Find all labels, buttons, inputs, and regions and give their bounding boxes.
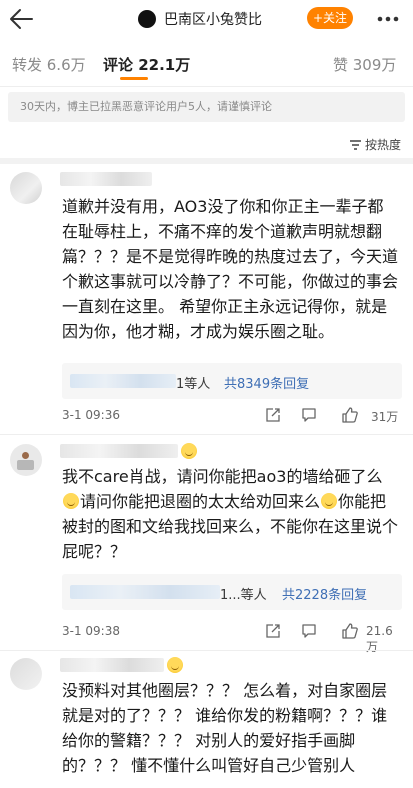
avatar[interactable]	[138, 10, 156, 28]
reply-count-link[interactable]: 共8349条回复	[224, 373, 309, 392]
comment-meta: 3-1 09:38 21.6万	[62, 622, 402, 654]
badge-icon	[167, 657, 183, 673]
tab-comments[interactable]: 评论 22.1万	[103, 54, 190, 75]
back-arrow-icon[interactable]	[8, 7, 34, 31]
username-blurred[interactable]	[60, 444, 178, 458]
tab-reposts[interactable]: 转发 6.6万	[12, 54, 86, 75]
follow-button[interactable]: +关注	[307, 7, 353, 29]
divider	[0, 86, 413, 87]
avatar[interactable]	[10, 172, 42, 204]
page-title: 巴南区小兔赞比	[164, 12, 262, 28]
avatar[interactable]	[10, 444, 42, 476]
sort-icon	[349, 139, 361, 150]
tab-bar: 转发 6.6万 评论 22.1万 赞 309万	[0, 44, 413, 84]
share-icon[interactable]	[264, 622, 282, 640]
timestamp: 3-1 09:38	[62, 624, 120, 638]
smile-emoji-icon	[63, 493, 79, 509]
divider	[0, 434, 413, 435]
top-bar: 巴南区小兔赞比 +关注	[0, 0, 413, 40]
smile-emoji-icon	[321, 493, 338, 509]
like-icon[interactable]	[341, 406, 359, 424]
reply-count-link[interactable]: 共2228条回复	[282, 584, 367, 603]
reply-users-blurred	[70, 374, 176, 388]
sort-by-hot-button[interactable]: 按热度	[349, 136, 401, 153]
notice-banner: 30天内，博主已拉黑恶意评论用户5人，请谨慎评论	[8, 92, 405, 122]
username-blurred[interactable]	[60, 658, 164, 672]
share-icon[interactable]	[264, 406, 282, 424]
username-blurred[interactable]	[60, 172, 152, 186]
header-title-group[interactable]: 巴南区小兔赞比	[138, 8, 262, 30]
comment-text: 道歉并没有用，AO3没了你和你正主一辈子都在耻辱柱上，不痛不痒的发个道歉声明就想…	[62, 197, 399, 341]
comment-meta: 3-1 09:36 31万	[62, 406, 402, 426]
sort-row: 按热度	[0, 126, 413, 160]
more-icon[interactable]	[373, 9, 403, 29]
timestamp: 3-1 09:36	[62, 408, 120, 422]
like-icon[interactable]	[341, 622, 359, 640]
divider	[0, 650, 413, 651]
replies-box[interactable]: 1...等人 共2228条回复	[62, 574, 402, 610]
tab-likes[interactable]: 赞 309万	[333, 54, 396, 75]
avatar[interactable]	[10, 658, 42, 690]
replies-box[interactable]: 1等人 共8349条回复	[62, 363, 402, 399]
comment-text-part: 请问你能把退圈的太太给劝回来么	[80, 492, 321, 511]
sort-label: 按热度	[364, 138, 401, 152]
reply-users-suffix: 1等人	[176, 377, 211, 392]
comment-icon[interactable]	[300, 406, 318, 424]
avatar-image	[17, 460, 34, 470]
like-count: 31万	[371, 410, 399, 424]
active-tab-indicator	[120, 77, 148, 80]
section-divider	[0, 158, 413, 164]
reply-users-suffix: 1...等人	[220, 588, 267, 603]
comment-text: 没预料对其他圈层？？？ 怎么着，对自家圈层就是对的了？？？ 谁给你发的粉籍啊？？…	[62, 681, 388, 775]
comment-text: 我不care肖战，请问你能把ao3的墙给砸了么请问你能把退圈的太太给劝回来么 你能…	[62, 464, 398, 564]
comment-icon[interactable]	[300, 622, 318, 640]
reply-users-blurred	[70, 585, 220, 599]
avatar-image-detail	[22, 452, 29, 459]
comment-text-part: 我不care肖战，请问你能把ao3的墙给砸了么	[62, 467, 383, 486]
badge-icon	[181, 443, 197, 459]
